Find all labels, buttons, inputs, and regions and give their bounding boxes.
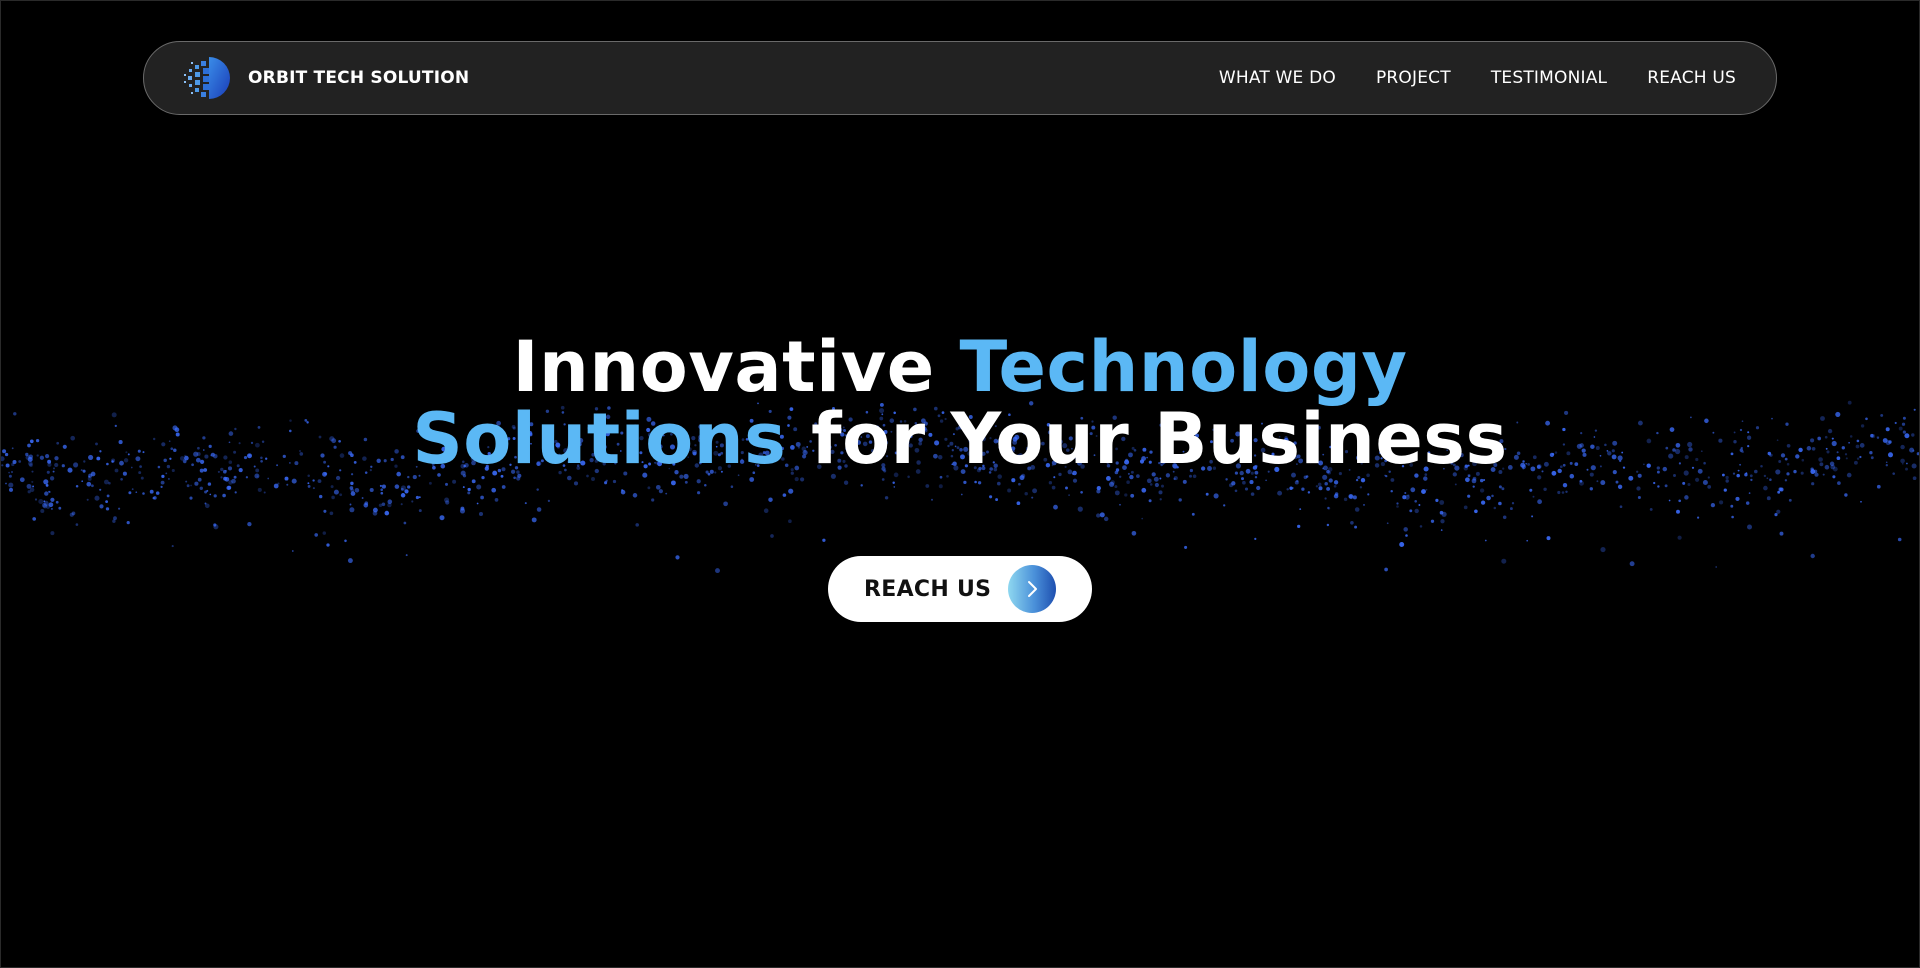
orbit-logo-icon (184, 57, 230, 99)
navbar: ORBIT TECH SOLUTION WHAT WE DO PROJECT T… (143, 41, 1777, 115)
particle-wave-background (1, 400, 1919, 574)
chevron-right-icon (1008, 565, 1056, 613)
brand-name: ORBIT TECH SOLUTION (248, 68, 470, 88)
nav-item-what-we-do[interactable]: WHAT WE DO (1219, 68, 1336, 88)
brand[interactable]: ORBIT TECH SOLUTION (182, 55, 469, 101)
nav-item-project[interactable]: PROJECT (1376, 68, 1451, 88)
nav-item-testimonial[interactable]: TESTIMONIAL (1491, 68, 1607, 88)
hero-title-part2: for Your Business (786, 398, 1508, 480)
nav-item-reach-us[interactable]: REACH US (1647, 68, 1736, 88)
hero-title: Innovative Technology Solutions for Your … (1, 331, 1919, 475)
page: ORBIT TECH SOLUTION WHAT WE DO PROJECT T… (0, 0, 1920, 968)
cta-label: REACH US (864, 576, 992, 602)
hero-section: Innovative Technology Solutions for Your … (1, 331, 1919, 475)
hero-title-accent-solutions: Solutions (412, 398, 787, 480)
hero-title-part1: Innovative (512, 326, 960, 408)
hero-title-accent-technology: Technology (959, 326, 1408, 408)
nav-links: WHAT WE DO PROJECT TESTIMONIAL REACH US (1179, 68, 1736, 88)
reach-us-cta-button[interactable]: REACH US (828, 556, 1092, 622)
